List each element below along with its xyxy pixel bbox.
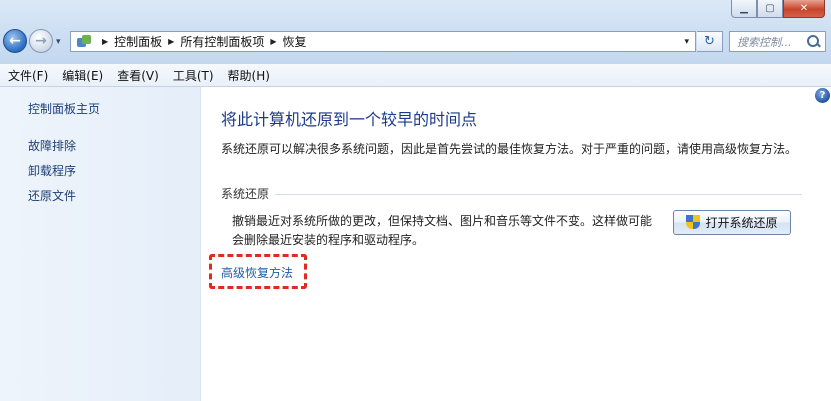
- open-system-restore-button[interactable]: 打开系统还原: [673, 210, 791, 235]
- menu-bar: 文件(F) 编辑(E) 查看(V) 工具(T) 帮助(H): [0, 64, 831, 87]
- refresh-button[interactable]: ↻: [697, 31, 723, 52]
- minimize-button[interactable]: ▁: [731, 0, 757, 18]
- page-title: 将此计算机还原到一个较早的时间点: [221, 110, 478, 129]
- menu-edit[interactable]: 编辑(E): [54, 67, 109, 84]
- menu-view[interactable]: 查看(V): [109, 67, 165, 84]
- breadcrumb-separator[interactable]: ▶: [270, 37, 276, 46]
- menu-help[interactable]: 帮助(H): [220, 67, 276, 84]
- address-bar[interactable]: ▶ 控制面板 ▶ 所有控制面板项 ▶ 恢复 ▾: [70, 31, 696, 52]
- sidebar-link-uninstall[interactable]: 卸载程序: [28, 162, 76, 179]
- breadcrumb-separator[interactable]: ▶: [168, 37, 174, 46]
- sidebar-link-troubleshooting[interactable]: 故障排除: [28, 137, 76, 154]
- section-title-system-restore: 系统还原: [221, 187, 270, 201]
- recent-pages-dropdown[interactable]: ▾: [56, 37, 61, 47]
- back-button[interactable]: ←: [3, 29, 27, 53]
- system-restore-description: 会删除最近安装的程序和驱动程序。: [232, 233, 425, 247]
- intro-text: 系统还原可以解决很多系统问题，因此是首先尝试的最佳恢复方法。对于严重的问题，请使…: [221, 142, 798, 156]
- breadcrumb-all-items[interactable]: 所有控制面板项: [180, 33, 264, 50]
- uac-shield-icon: [686, 215, 701, 230]
- search-input[interactable]: 搜索控制...: [729, 31, 826, 52]
- control-panel-icon: [76, 34, 92, 50]
- breadcrumb-separator[interactable]: ▶: [102, 37, 108, 46]
- forward-button[interactable]: →: [29, 29, 53, 53]
- search-icon[interactable]: [806, 34, 822, 50]
- highlight-annotation-box: [209, 254, 307, 289]
- sidebar: 控制面板主页 故障排除 卸载程序 还原文件: [0, 87, 201, 401]
- breadcrumb-recovery[interactable]: 恢复: [283, 33, 307, 50]
- maximize-button[interactable]: ▢: [757, 0, 783, 18]
- address-history-dropdown[interactable]: ▾: [684, 37, 689, 47]
- system-restore-description: 撤销最近对系统所做的更改，但保持文档、图片和音乐等文件不变。这样做可能: [232, 214, 653, 228]
- open-system-restore-label: 打开系统还原: [705, 216, 778, 230]
- breadcrumb-control-panel[interactable]: 控制面板: [114, 33, 162, 50]
- search-placeholder: 搜索控制...: [737, 35, 792, 49]
- window-controls: ▁ ▢ ✕: [731, 0, 825, 18]
- menu-file[interactable]: 文件(F): [0, 67, 54, 84]
- window-chrome: ▁ ▢ ✕ ← → ▾ ▶ 控制面板 ▶ 所有控制面板项 ▶ 恢复 ▾ ↻ 搜索…: [0, 0, 831, 64]
- menu-tools[interactable]: 工具(T): [165, 67, 220, 84]
- sidebar-link-home[interactable]: 控制面板主页: [28, 100, 100, 117]
- sidebar-link-restore-files[interactable]: 还原文件: [28, 187, 76, 204]
- section-divider: [275, 194, 802, 195]
- close-button[interactable]: ✕: [783, 0, 825, 18]
- help-icon[interactable]: ?: [815, 88, 830, 103]
